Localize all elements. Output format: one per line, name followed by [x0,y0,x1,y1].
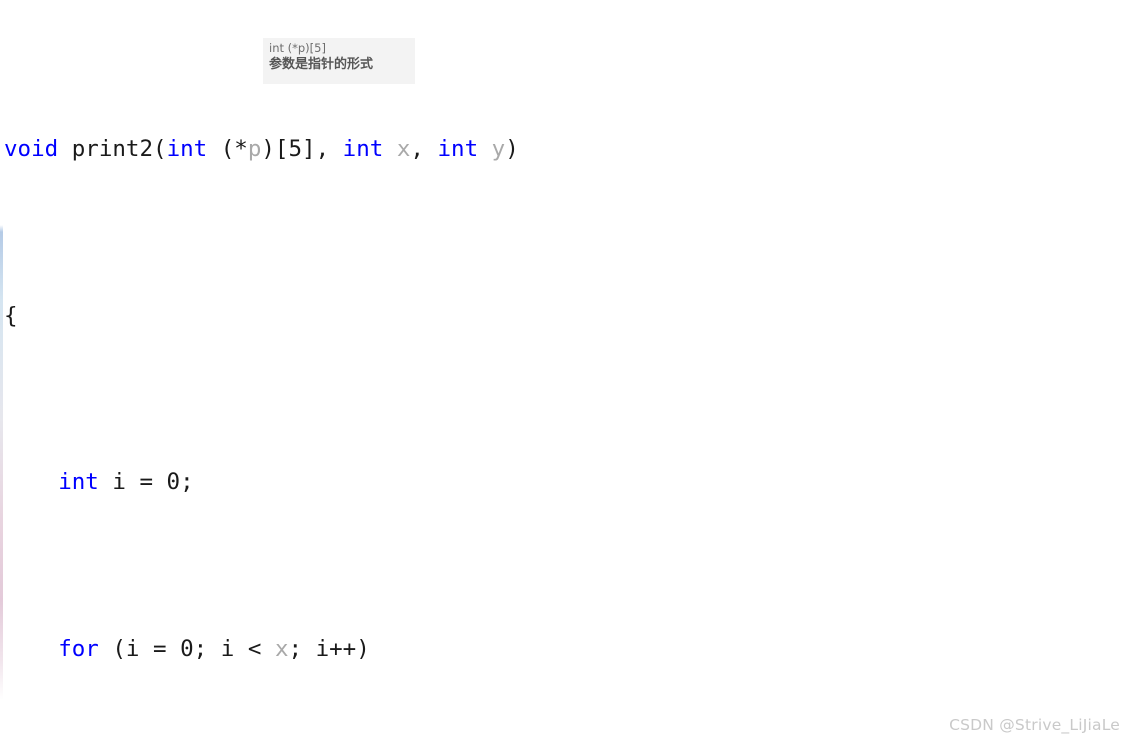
parameter-y: y [478,136,506,163]
code-line-4[interactable]: for (i = 0; i < x; i++) [0,633,1134,666]
comma-separator: , [410,136,438,163]
parameter-ref-x: x [274,635,289,662]
keyword-int-param-y: int [437,136,479,163]
keyword-int-i: int [58,469,99,496]
close-paren: ) [505,136,519,163]
csdn-watermark: CSDN @Strive_LiJiaLe [949,716,1120,734]
code-line-2[interactable]: { [0,300,1134,333]
parameter-x: x [383,136,411,163]
keyword-int-param-p: int [166,136,208,163]
annotation-note: int (*p)[5] 参数是指针的形式 [263,38,415,84]
function-signature-name: print2( [58,136,167,163]
code-text-area[interactable]: void print2(int (*p)[5], int x, int y) {… [0,0,1134,744]
keyword-for-outer: for [58,635,99,662]
pointer-token: (* [207,136,248,163]
annotation-chinese-text: 参数是指针的形式 [269,57,374,72]
open-brace-function: { [4,302,18,329]
declaration-i: i = 0; [98,469,194,496]
code-editor-surface[interactable]: void print2(int (*p)[5], int x, int y) {… [0,0,1134,744]
code-line-1[interactable]: void print2(int (*p)[5], int x, int y) [0,133,1134,166]
annotation-code-text: int (*p)[5] [269,41,326,55]
for-outer-init: (i = 0; i < [98,635,275,662]
code-line-3[interactable]: int i = 0; [0,466,1134,499]
array-dimension-token: )[5], [261,136,343,163]
keyword-int-param-x: int [342,136,384,163]
parameter-p: p [247,136,262,163]
for-outer-increment: ; i++) [288,635,370,662]
keyword-void: void [4,136,59,163]
